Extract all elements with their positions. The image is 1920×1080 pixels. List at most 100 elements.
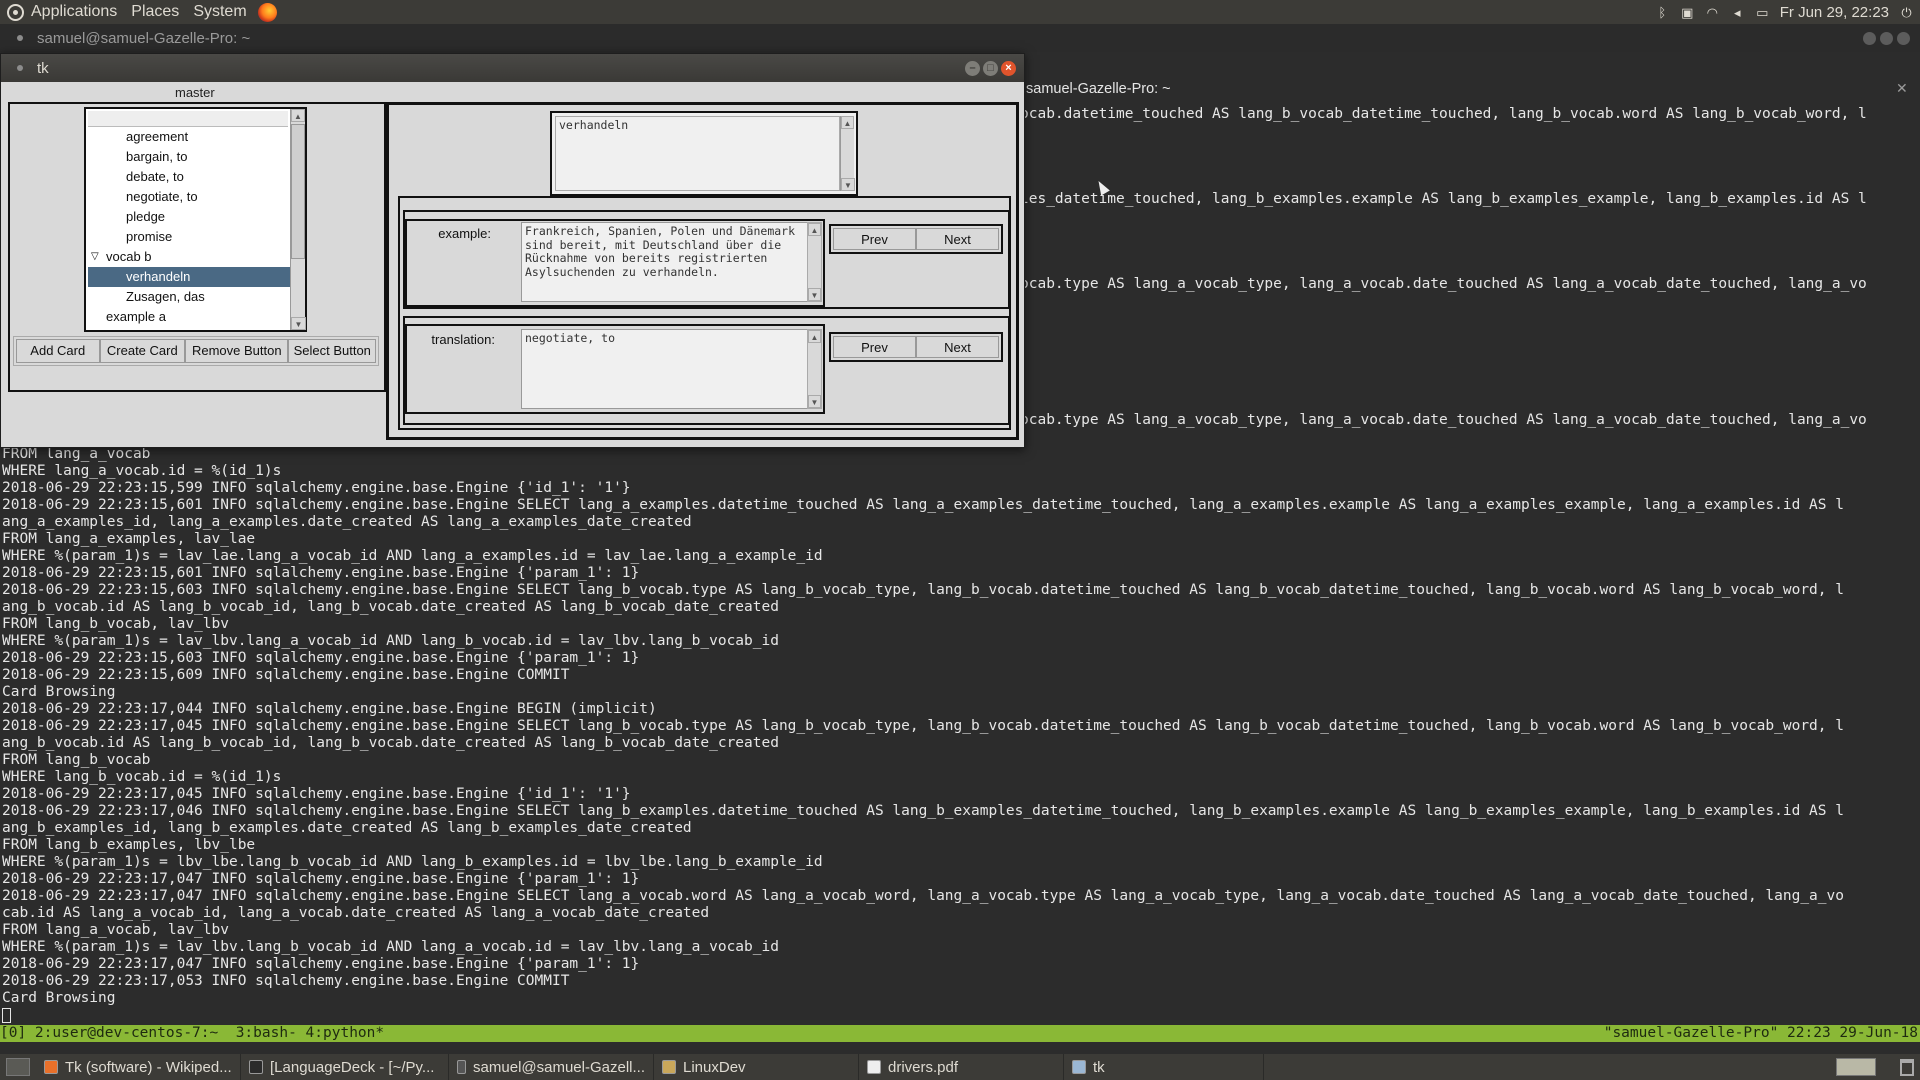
terminal-line: 2018-06-29 22:23:17,047 INFO sqlalchemy.… — [2, 871, 640, 887]
terminal-line: 2018-06-29 22:23:17,047 INFO sqlalchemy.… — [2, 956, 640, 972]
terminal-line: 2018-06-29 22:23:15,603 INFO sqlalchemy.… — [2, 650, 640, 666]
terminal-cursor — [2, 1007, 11, 1023]
close-icon[interactable]: × — [1001, 60, 1016, 76]
example-next-button[interactable]: Next — [916, 228, 999, 250]
translation-nav: Prev Next — [829, 332, 1003, 362]
remove-button[interactable]: Remove Button — [185, 339, 289, 363]
ubuntu-logo-icon[interactable] — [7, 3, 24, 21]
scroll-up-icon[interactable]: ▲ — [808, 330, 821, 343]
scroll-up-icon[interactable]: ▲ — [291, 109, 305, 122]
scroll-up-icon[interactable]: ▲ — [808, 223, 821, 236]
terminal-line: ang_b_examples_id, lang_b_examples.date_… — [2, 820, 692, 836]
terminal-line: 2018-06-29 22:23:15,603 INFO sqlalchemy.… — [2, 582, 1844, 598]
terminal-output[interactable]: FROM lang_a_vocab WHERE lang_a_vocab.id =… — [2, 446, 1918, 1024]
example-scrollbar[interactable]: ▲ ▼ — [807, 222, 822, 302]
taskbar-item[interactable]: tk — [1064, 1054, 1264, 1080]
word-scrollbar[interactable]: ▲ ▼ — [840, 116, 855, 191]
tmux-status-bar: [0] 2:user@dev-centos-7:~ 3:bash- 4:pyth… — [0, 1025, 1920, 1042]
wifi-icon[interactable]: ◠ — [1705, 6, 1720, 19]
network-manager-icon[interactable]: ▣ — [1680, 6, 1695, 19]
terminal-line: cab.id AS lang_a_vocab_id, lang_a_vocab.… — [2, 905, 710, 921]
taskbar-item[interactable]: LinuxDev — [654, 1054, 859, 1080]
terminal-line: les_datetime_touched, lang_b_examples.ex… — [1020, 191, 1867, 207]
trash-icon[interactable] — [1900, 1058, 1914, 1076]
firefox-launcher-icon[interactable] — [257, 2, 277, 22]
volume-muted-icon[interactable]: ◂ — [1730, 6, 1745, 19]
minimize-icon[interactable] — [1863, 31, 1876, 45]
tree-item-label: pledge — [126, 209, 166, 224]
scrollbar-thumb[interactable] — [291, 124, 305, 259]
tree-item[interactable]: negotiate, to — [88, 187, 290, 207]
translation-prev-button[interactable]: Prev — [833, 336, 916, 358]
minimize-icon[interactable]: – — [965, 60, 980, 76]
taskbar-item[interactable]: drivers.pdf — [859, 1054, 1064, 1080]
bluetooth-icon[interactable]: ᛒ — [1655, 6, 1670, 19]
window-menu-icon[interactable] — [17, 35, 23, 41]
maximize-icon[interactable] — [1880, 31, 1893, 45]
applications-menu[interactable]: Applications — [24, 3, 124, 21]
power-icon[interactable]: ⏻ — [1899, 6, 1914, 19]
system-menu[interactable]: System — [186, 3, 253, 21]
tk-titlebar[interactable]: tk – □ × — [1, 54, 1024, 82]
create-card-button[interactable]: Create Card — [99, 339, 186, 363]
terminal-line: ocab.type AS lang_a_vocab_type, lang_a_v… — [1020, 412, 1867, 428]
terminal-line: 2018-06-29 22:23:17,047 INFO sqlalchemy.… — [2, 888, 1844, 904]
tree-item[interactable]: ▽ vocab b — [88, 247, 290, 267]
terminal-titlebar[interactable]: samuel@samuel-Gazelle-Pro: ~ — [0, 24, 1920, 52]
tree-item[interactable]: bargain, to — [88, 147, 290, 167]
show-desktop-icon[interactable] — [6, 1058, 30, 1076]
terminal-line: WHERE %(param_1)s = lav_lbv.lang_a_vocab… — [2, 633, 779, 649]
taskbar-item[interactable]: [LanguageDeck - [~/Py... — [241, 1054, 449, 1080]
pane-close-icon[interactable]: ✕ — [1896, 80, 1908, 97]
example-text[interactable]: Frankreich, Spanien, Polen und Dänemark … — [521, 222, 808, 302]
tree-item[interactable]: pledge — [88, 207, 290, 227]
tree-item[interactable]: example a — [88, 307, 290, 327]
clock[interactable]: Fr Jun 29, 22:23 — [1780, 4, 1889, 21]
top-panel: Applications Places System ᛒ ▣ ◠ ◂ ▭ Fr … — [0, 0, 1920, 24]
add-card-button[interactable]: Add Card — [16, 339, 100, 363]
scroll-up-icon[interactable]: ▲ — [841, 116, 854, 129]
taskbar-item-label: LinuxDev — [683, 1058, 746, 1076]
scroll-down-icon[interactable]: ▼ — [291, 317, 306, 330]
example-prev-button[interactable]: Prev — [833, 228, 916, 250]
tmux-windows[interactable]: [0] 2:user@dev-centos-7:~ 3:bash- 4:pyth… — [0, 1025, 384, 1042]
select-button[interactable]: Select Button — [288, 339, 376, 363]
scroll-down-icon[interactable]: ▼ — [808, 395, 821, 408]
tree-item-selected[interactable]: verhandeln — [88, 267, 290, 287]
expand-toggle-icon[interactable]: ▽ — [91, 247, 99, 267]
places-menu[interactable]: Places — [124, 3, 186, 21]
tree-item[interactable]: Zusagen, das — [88, 287, 290, 307]
translation-text[interactable]: negotiate, to — [521, 329, 808, 409]
workspace-switcher[interactable] — [1836, 1058, 1876, 1076]
taskbar-item-label: tk — [1093, 1058, 1105, 1076]
window-menu-icon[interactable] — [17, 65, 23, 71]
terminal-line: ang_b_vocab.id AS lang_b_vocab_id, lang_… — [2, 735, 779, 751]
tree-item[interactable]: debate, to — [88, 167, 290, 187]
maximize-icon[interactable]: □ — [983, 60, 998, 76]
terminal-line: FROM lang_a_examples, lav_lae — [2, 531, 256, 547]
taskbar-item[interactable]: samuel@samuel-Gazell... — [449, 1054, 654, 1080]
tree-item-label: verhandeln — [126, 269, 191, 284]
battery-icon[interactable]: ▭ — [1755, 6, 1770, 19]
tree-scrollbar[interactable]: ▲ ▼ — [290, 109, 306, 330]
terminal-line: 2018-06-29 22:23:17,053 INFO sqlalchemy.… — [2, 973, 570, 989]
tree-item[interactable]: agreement — [88, 127, 290, 147]
vocab-tree[interactable]: agreement bargain, to debate, to negotiate,… — [84, 107, 307, 332]
close-icon[interactable] — [1897, 31, 1910, 45]
example-nav: Prev Next — [829, 224, 1003, 254]
scroll-down-icon[interactable]: ▼ — [808, 288, 821, 301]
translation-next-button[interactable]: Next — [916, 336, 999, 358]
tree-item[interactable]: promise — [88, 227, 290, 247]
word-text[interactable]: verhandeln — [555, 116, 840, 191]
tk-window-icon — [1072, 1060, 1086, 1074]
taskbar-item[interactable]: Tk (software) - Wikiped... — [36, 1054, 241, 1080]
scroll-down-icon[interactable]: ▼ — [841, 178, 855, 191]
translation-scrollbar[interactable]: ▲ ▼ — [807, 329, 822, 409]
